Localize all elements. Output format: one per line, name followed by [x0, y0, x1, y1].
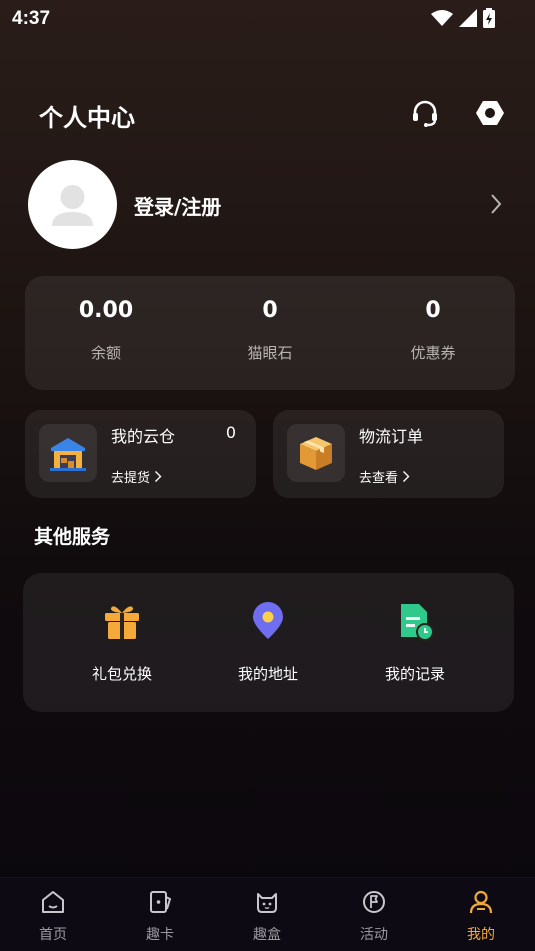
stats-card: 0.00 余额 0 猫眼石 0 优惠券	[25, 276, 515, 390]
customer-service-button[interactable]	[408, 96, 442, 130]
stat-label: 猫眼石	[247, 344, 293, 362]
home-icon	[39, 888, 67, 916]
stat-value: 0	[425, 298, 441, 323]
stat-cats-eye-stone[interactable]: 0 猫眼石	[195, 298, 345, 363]
status-icons	[431, 8, 495, 28]
tab-activity[interactable]: 活动	[339, 888, 409, 944]
view-link[interactable]: 去查看	[359, 467, 410, 486]
service-label: 我的地址	[237, 665, 298, 683]
settings-button[interactable]	[473, 96, 507, 130]
avatar[interactable]	[28, 160, 117, 249]
profile-icon	[467, 888, 495, 916]
my-address-button[interactable]: 我的地址	[208, 599, 328, 684]
login-register-link[interactable]: 登录/注册	[134, 191, 221, 220]
tab-box[interactable]: 趣盒	[232, 888, 302, 944]
activity-icon	[360, 888, 388, 916]
tab-label: 趣卡	[146, 927, 174, 943]
cloud-warehouse-count: 0	[225, 423, 236, 442]
tab-label: 首页	[39, 927, 67, 943]
logistics-order-title: 物流订单	[359, 427, 424, 446]
chevron-right-icon	[155, 471, 162, 482]
gift-icon	[100, 599, 144, 643]
stat-label: 余额	[90, 344, 121, 362]
tab-label: 我的	[467, 927, 495, 943]
view-link-label: 去查看	[359, 471, 399, 486]
status-bar: 4:37	[0, 0, 535, 36]
stat-value: 0.00	[78, 298, 134, 323]
service-label: 礼包兑换	[91, 665, 152, 683]
status-time: 4:37	[12, 8, 51, 29]
pickup-link[interactable]: 去提货	[111, 467, 162, 486]
record-icon	[393, 599, 437, 643]
cloud-warehouse-title: 我的云仓	[111, 427, 176, 446]
package-icon	[287, 424, 345, 482]
stat-balance[interactable]: 0.00 余额	[31, 298, 181, 363]
gift-redeem-button[interactable]: 礼包兑换	[62, 599, 182, 684]
location-pin-icon	[246, 599, 290, 643]
page-title: 个人中心	[39, 104, 135, 132]
signal-icon	[459, 9, 477, 27]
tab-home[interactable]: 首页	[18, 888, 88, 944]
services-card: 礼包兑换 我的地址 我的记录	[23, 573, 514, 712]
cloud-warehouse-card[interactable]: 我的云仓 0 去提货	[25, 410, 256, 498]
headset-icon	[413, 100, 437, 127]
tab-card[interactable]: 趣卡	[125, 888, 195, 944]
pickup-link-label: 去提货	[111, 471, 151, 486]
service-label: 我的记录	[384, 665, 445, 683]
logistics-order-card[interactable]: 物流订单 去查看	[273, 410, 504, 498]
battery-icon	[483, 8, 495, 28]
services-section-title: 其他服务	[34, 526, 111, 548]
tab-label: 趣盒	[253, 927, 281, 943]
cat-box-icon	[253, 888, 281, 916]
stat-value: 0	[262, 298, 278, 323]
tab-label: 活动	[360, 927, 388, 943]
my-records-button[interactable]: 我的记录	[355, 599, 475, 684]
settings-icon	[476, 101, 504, 125]
tab-mine[interactable]: 我的	[446, 888, 516, 944]
chevron-right-icon	[403, 471, 410, 482]
card-icon	[146, 888, 174, 916]
bottom-tab-bar: 首页 趣卡 趣盒 活动 我的	[0, 877, 535, 951]
stat-coupons[interactable]: 0 优惠券	[358, 298, 508, 363]
user-placeholder-icon	[52, 185, 93, 226]
warehouse-icon	[39, 424, 97, 482]
chevron-right-icon[interactable]	[486, 190, 506, 218]
stat-label: 优惠券	[410, 344, 456, 362]
wifi-icon	[431, 10, 453, 26]
